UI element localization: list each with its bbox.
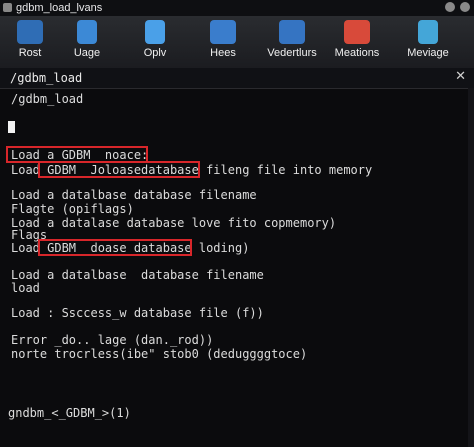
dock-label: Oplv [143,47,167,59]
dock-label: Rost [18,47,42,59]
dock-item-rost[interactable]: Rost [0,18,60,66]
scrollbar[interactable] [468,88,474,447]
window-title: gdbm_load_lvans [16,2,103,14]
dock-item-vedertlurs[interactable]: Vedertlurs [262,18,322,66]
dock-item-meations[interactable]: Meations [327,18,387,66]
terminal-line: Load a datalbase database filename [11,268,264,282]
window-controls [445,2,470,12]
terminal-line: Load a datalbase database filename [11,188,257,202]
window-title-bar: gdbm_load_lvans [0,0,474,16]
dock-label: Uage [73,47,101,59]
app-icon [3,3,12,12]
terminal-line: Error _do.. lage (dan._rod)) [11,333,214,347]
dock-item-hees[interactable]: Hees [193,18,253,66]
terminal-window[interactable]: /gdbm_load ✕ /gdbm_load Load a GDBM _noa… [0,68,474,447]
terminal-line: Load a datalase database love fito copme… [11,216,337,230]
folder-icon [17,20,43,44]
document-icon [77,20,97,44]
dock-label: Meations [334,47,380,59]
terminal-output[interactable]: /gdbm_load Load a GDBM _noace: Load GDBM… [0,68,474,447]
terminal-prompt[interactable]: gndbm_<_GDBM_>(1) [8,406,131,420]
maximize-button[interactable] [460,2,470,12]
dock-item-uage[interactable]: Uage [57,18,117,66]
folder-icon [210,20,236,44]
highlight-box-doase [38,239,192,256]
toolbox-icon [344,20,370,44]
terminal-line: Flagte (opiflags) [11,202,134,216]
minimize-button[interactable] [445,2,455,12]
terminal-line: norte trocrless(ibe" stob0 (deduggggtoce… [11,347,308,361]
dock-label: Meviage [407,47,449,59]
text-cursor [8,121,15,133]
dock: Rost Uage Oplv Hees Vedertlurs Meations … [0,16,474,68]
terminal-line: Load : Ssccess_w database file (f)) [11,306,264,320]
screen: gdbm_load_lvans Rost Uage Oplv Hees Vede… [0,0,474,447]
dock-label: Hees [210,47,236,59]
document-icon [145,20,165,44]
terminal-line: load [11,281,40,295]
highlight-box-load [38,161,200,178]
dock-item-meviage[interactable]: Meviage [398,18,458,66]
dock-item-oplv[interactable]: Oplv [125,18,185,66]
dock-label: Vedertlurs [267,47,317,59]
user-badge-icon [418,20,438,44]
terminal-line: /gdbm_load [11,92,84,106]
folder-icon [279,20,305,44]
